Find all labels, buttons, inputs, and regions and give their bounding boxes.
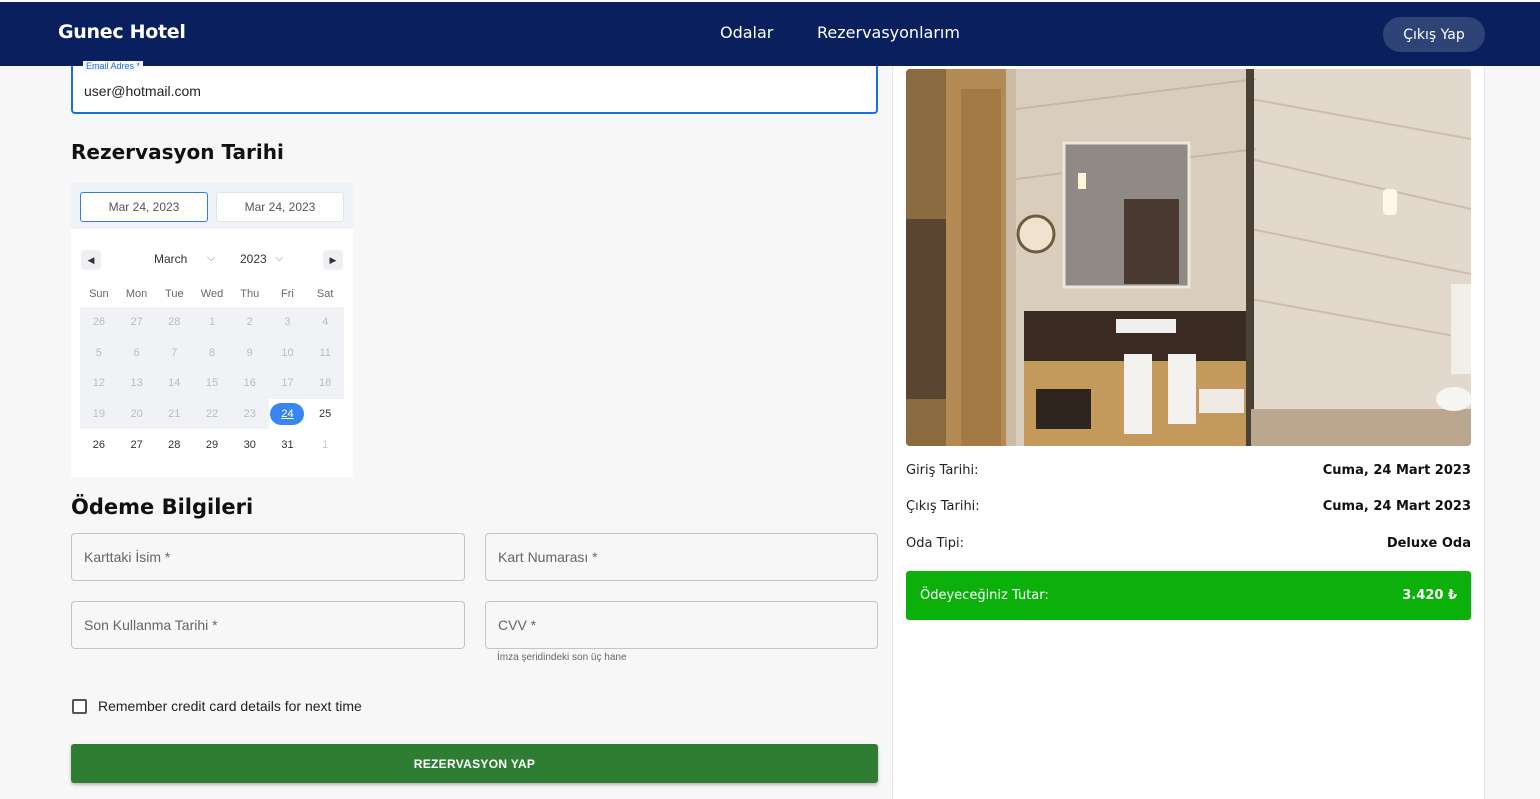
start-date-input[interactable]: Mar 24, 2023 — [80, 192, 208, 222]
selected-day-label[interactable]: 24 — [270, 403, 305, 426]
calendar-day[interactable]: 31 — [269, 429, 307, 460]
year-select[interactable]: 2023 — [240, 252, 267, 266]
chevron-down-icon[interactable]: ⌵ — [207, 252, 215, 265]
calendar-day: 2 — [230, 307, 269, 338]
calendar-day[interactable]: 25 — [306, 399, 344, 430]
room-photo — [906, 69, 1471, 446]
checkout-label: Çıkış Tarihi: — [906, 499, 980, 514]
calendar-grid: 26 27 28 1 2 3 4 5 6 7 8 9 10 11 12 13 1… — [80, 307, 345, 460]
remember-card-option[interactable]: Remember credit card details for next ti… — [72, 698, 362, 714]
weekday-label: Thu — [240, 288, 260, 300]
remember-card-checkbox[interactable] — [72, 698, 87, 714]
make-reservation-button[interactable]: REZERVASYON YAP — [71, 744, 878, 783]
top-navbar: Gunec Hotel Odalar Rezervasyonlarım Çıkı… — [0, 0, 1540, 66]
calendar-day: 10 — [268, 337, 307, 369]
next-month-button[interactable]: ▶ — [323, 250, 343, 270]
calendar-day: 1 — [322, 438, 329, 451]
calendar-week: 26 27 28 1 2 3 4 — [80, 307, 345, 338]
end-date-input[interactable]: Mar 24, 2023 — [216, 192, 344, 222]
calendar-day: 9 — [230, 337, 269, 369]
caret-left-icon: ◀ — [87, 254, 95, 265]
card-number-field[interactable]: Kart Numarası * — [485, 533, 878, 581]
card-name-field[interactable]: Karttaki İsim * — [71, 533, 465, 581]
calendar-day: 26 — [80, 307, 118, 338]
room-type-label: Oda Tipi: — [906, 536, 964, 551]
checkout-row: Çıkış Tarihi: Cuma, 24 Mart 2023 — [906, 499, 1471, 519]
calendar-day: 15 — [193, 368, 231, 399]
calendar-day: 21 — [155, 398, 194, 430]
calendar-day: 12 — [80, 368, 118, 399]
calendar-day-selected[interactable]: 24 — [269, 399, 307, 430]
expiry-date-field[interactable]: Son Kullanma Tarihi * — [71, 601, 465, 649]
calendar-day: 14 — [155, 368, 194, 399]
calendar-day: 27 — [117, 307, 156, 338]
nav-link-odalar[interactable]: Odalar — [720, 23, 773, 42]
total-amount-bar: Ödeyeceğiniz Tutar: 3.420 ₺ — [906, 571, 1471, 620]
date-range-picker: Mar 24, 2023 Mar 24, 2023 ◀ March ⌵ 2023… — [71, 183, 353, 477]
calendar-day: 1 — [193, 307, 231, 338]
weekday-label: Tue — [165, 288, 184, 300]
checkout-value: Cuma, 24 Mart 2023 — [1322, 499, 1471, 514]
chevron-down-icon[interactable]: ⌵ — [275, 252, 283, 265]
card-name-placeholder: Karttaki İsim * — [84, 549, 171, 565]
month-select[interactable]: March — [154, 252, 187, 266]
calendar-day: 16 — [230, 368, 269, 399]
email-field-value[interactable]: user@hotmail.com — [84, 83, 201, 99]
calendar-day: 22 — [193, 398, 231, 430]
calendar-day: 23 — [230, 398, 269, 430]
weekday-header: Sun Mon Tue Wed Thu Fri Sat — [80, 288, 344, 304]
checkin-value: Cuma, 24 Mart 2023 — [1322, 463, 1471, 478]
weekday-label: Sun — [89, 288, 109, 300]
weekday-label: Sat — [316, 288, 334, 300]
calendar-week: 12 13 14 15 16 17 18 — [80, 368, 345, 399]
room-type-value: Deluxe Oda — [1386, 536, 1471, 551]
calendar-week: 19 20 21 22 23 24 25 — [80, 398, 344, 430]
checkin-label: Giriş Tarihi: — [906, 463, 979, 478]
card-number-placeholder: Kart Numarası * — [498, 549, 598, 565]
calendar-day: 18 — [306, 368, 345, 399]
calendar-day[interactable]: 28 — [155, 429, 193, 460]
cvv-field[interactable]: CVV * — [485, 601, 878, 649]
payment-info-title: Ödeme Bilgileri — [71, 495, 254, 519]
calendar-week: 5 6 7 8 9 10 11 — [80, 337, 345, 369]
calendar-day: 6 — [117, 337, 156, 369]
nav-link-rezervasyonlarim[interactable]: Rezervasyonlarım — [817, 23, 960, 42]
total-amount-value: 3.420 ₺ — [1402, 588, 1457, 603]
brand-logo[interactable]: Gunec Hotel — [58, 21, 186, 43]
total-amount-label: Ödeyeceğiniz Tutar: — [920, 588, 1049, 603]
calendar-day[interactable]: 26 — [80, 429, 118, 460]
calendar-day[interactable]: 29 — [193, 429, 231, 460]
weekday-label: Wed — [200, 288, 224, 300]
calendar-day[interactable]: 30 — [231, 429, 269, 460]
calendar-day: 28 — [155, 307, 194, 338]
cvv-helper-text: İmza şeridindeki son üç hane — [497, 652, 627, 663]
calendar-day: 7 — [155, 337, 194, 369]
calendar-day: 13 — [117, 368, 156, 399]
room-type-row: Oda Tipi: Deluxe Oda — [906, 536, 1471, 556]
calendar-day: 5 — [80, 337, 118, 369]
logout-button[interactable]: Çıkış Yap — [1383, 17, 1485, 52]
calendar-week: 26 27 28 29 30 31 1 — [80, 429, 344, 460]
email-field-label: Email Adres * — [83, 61, 144, 71]
calendar-day: 8 — [193, 337, 231, 369]
calendar-day: 19 — [80, 398, 118, 430]
cvv-placeholder: CVV * — [498, 617, 537, 633]
expiry-date-placeholder: Son Kullanma Tarihi * — [84, 617, 218, 633]
calendar-day: 17 — [268, 368, 307, 399]
remember-card-label[interactable]: Remember credit card details for next ti… — [98, 698, 362, 714]
reservation-date-title: Rezervasyon Tarihi — [71, 140, 284, 164]
calendar-day: 4 — [306, 307, 345, 338]
calendar-day: 3 — [268, 307, 307, 338]
caret-right-icon: ▶ — [329, 254, 337, 265]
calendar-day: 11 — [306, 337, 345, 369]
weekday-label: Mon — [125, 288, 148, 300]
calendar-day: 20 — [117, 398, 156, 430]
calendar-day[interactable]: 27 — [118, 429, 156, 460]
prev-month-button[interactable]: ◀ — [81, 250, 101, 270]
checkin-row: Giriş Tarihi: Cuma, 24 Mart 2023 — [906, 463, 1471, 483]
weekday-label: Fri — [281, 288, 294, 300]
bathroom-image — [906, 69, 1471, 446]
date-range-inputs: Mar 24, 2023 Mar 24, 2023 — [71, 183, 353, 229]
